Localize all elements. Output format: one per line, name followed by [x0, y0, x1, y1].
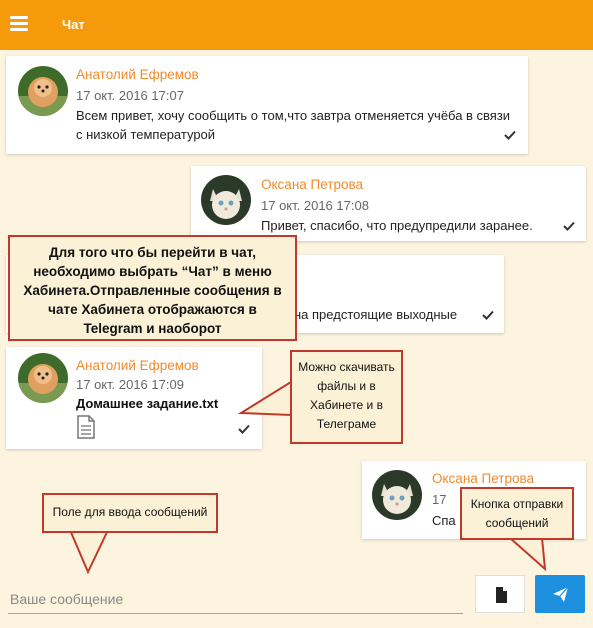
check-icon — [563, 221, 575, 231]
attach-file-button[interactable] — [475, 575, 525, 613]
check-icon — [504, 130, 516, 140]
hamburger-icon[interactable] — [10, 16, 28, 32]
message-card: Анатолий Ефремов 17 окт. 2016 17:09 Дома… — [6, 347, 262, 449]
avatar — [372, 470, 422, 520]
message-text: Всем привет, хочу сообщить о том,что зав… — [76, 108, 511, 142]
sender-name: Анатолий Ефремов — [76, 358, 199, 373]
message-text: на предстоящие выходные — [294, 307, 458, 322]
sender-name: Оксана Петрова — [432, 471, 535, 486]
paper-plane-icon — [553, 586, 569, 602]
message-text: Спа — [432, 513, 456, 528]
avatar — [201, 175, 251, 225]
message-text: Привет, спасибо, что предупредили заране… — [261, 218, 533, 233]
check-icon — [238, 424, 250, 434]
check-icon — [482, 310, 494, 320]
send-button[interactable] — [535, 575, 585, 613]
callout-send: Кнопка отправки сообщений — [460, 487, 574, 540]
message-input[interactable] — [8, 587, 467, 611]
avatar — [18, 66, 68, 116]
page-title: Чат — [62, 17, 85, 32]
message-time: 17 окт. 2016 17:07 — [76, 88, 184, 103]
message-time: 17 — [432, 492, 447, 507]
callout-chat-info: Для того что бы перейти в чат, необходим… — [8, 235, 297, 341]
file-icon — [496, 587, 507, 603]
sender-name: Анатолий Ефремов — [76, 67, 199, 82]
message-input-wrapper — [8, 587, 467, 614]
callout-files: Можно скачивать файлы и в Хабинете и в Т… — [290, 350, 403, 444]
message-time: 17 окт. 2016 17:08 — [261, 198, 369, 213]
avatar — [18, 353, 68, 403]
message-time: 17 окт. 2016 17:09 — [76, 377, 184, 392]
sender-name: Оксана Петрова — [261, 177, 364, 192]
callout-input: Поле для ввода сообщений — [42, 493, 218, 533]
message-card: Анатолий Ефремов 17 окт. 2016 17:07 Всем… — [6, 56, 528, 154]
app-header: Чат — [0, 0, 593, 50]
message-card: Оксана Петрова 17 окт. 2016 17:08 Привет… — [191, 166, 586, 241]
document-icon[interactable] — [76, 415, 96, 439]
file-name-link[interactable]: Домашнее задание.txt — [76, 396, 218, 411]
